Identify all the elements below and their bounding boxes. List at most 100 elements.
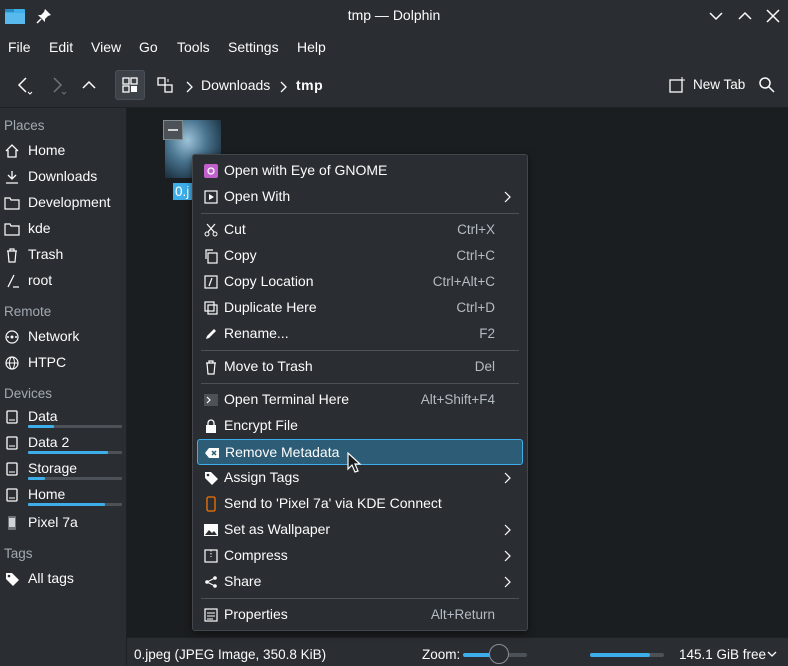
download-icon: [6, 171, 18, 184]
menu-go[interactable]: Go: [139, 39, 158, 55]
menu-help[interactable]: Help: [297, 39, 326, 55]
zoom-slider[interactable]: [489, 644, 509, 664]
sidebar-item-label: Storage: [28, 460, 78, 476]
capacity-fill: [28, 425, 55, 428]
submenu-arrow-icon: [504, 472, 511, 484]
toolbar: Downloads tmp New Tab: [0, 62, 788, 108]
sidebar-item-storage[interactable]: Storage: [0, 456, 126, 482]
sidebar-item-kde[interactable]: kde: [0, 216, 126, 242]
menu-item-cut[interactable]: Cut Ctrl+X: [197, 217, 523, 243]
menu-file[interactable]: File: [8, 39, 31, 55]
copy-location-icon: [204, 275, 218, 289]
submenu-arrow-icon: [504, 576, 511, 588]
menu-item-label: Set as Wallpaper: [224, 521, 331, 537]
sidebar-item-label: Home: [28, 486, 66, 502]
menu-edit[interactable]: Edit: [49, 39, 73, 55]
capacity-fill: [28, 503, 106, 506]
capacity-bar: [28, 503, 122, 506]
menu-item-compress[interactable]: Compress: [197, 543, 523, 569]
menu-item-rename[interactable]: Rename... F2: [197, 321, 523, 347]
selection-toggle[interactable]: [163, 120, 183, 140]
sidebar-item-home-drive[interactable]: Home: [0, 482, 126, 508]
menu-item-share[interactable]: Share: [197, 569, 523, 595]
submenu-arrow-icon: [504, 191, 511, 203]
menu-item-label: Copy Location: [224, 273, 314, 289]
maximize-icon[interactable]: [735, 6, 755, 26]
capacity-fill: [28, 477, 45, 480]
menu-item-set-wallpaper[interactable]: Set as Wallpaper: [197, 517, 523, 543]
new-tab-button[interactable]: New Tab: [693, 77, 745, 92]
forward-button[interactable]: [42, 70, 72, 100]
menu-item-label: Duplicate Here: [224, 299, 317, 315]
menu-item-copy[interactable]: Copy Ctrl+C: [197, 243, 523, 269]
menu-item-copy-location[interactable]: Copy Location Ctrl+Alt+C: [197, 269, 523, 295]
file-name[interactable]: 0.j: [173, 183, 193, 200]
up-button[interactable]: [74, 70, 104, 100]
sidebar-item-home[interactable]: Home: [0, 138, 126, 164]
menu-item-label: Remove Metadata: [225, 444, 340, 460]
menu-item-label: Encrypt File: [224, 417, 298, 433]
breadcrumb-downloads[interactable]: Downloads: [201, 77, 270, 93]
clear-metadata-icon: [205, 448, 219, 458]
icons-view-button[interactable]: [115, 70, 145, 100]
split-icon: [157, 77, 173, 93]
chevron-down-icon[interactable]: [767, 650, 777, 658]
menu-item-label: Compress: [224, 547, 288, 563]
menu-view[interactable]: View: [91, 39, 121, 55]
menu-item-shortcut: Ctrl+C: [456, 248, 495, 263]
places-heading: Places: [4, 118, 45, 133]
menu-item-open-with-eog[interactable]: Open with Eye of GNOME: [197, 158, 523, 184]
sidebar-item-label: Pixel 7a: [28, 514, 78, 530]
eye-of-gnome-icon: [204, 164, 218, 178]
minus-icon: [168, 129, 178, 131]
search-icon[interactable]: [758, 76, 776, 94]
title-bar: tmp — Dolphin: [0, 0, 788, 32]
split-view-button[interactable]: [150, 70, 180, 100]
capacity-bar: [28, 451, 122, 454]
capacity-bar: [28, 477, 122, 480]
sidebar-item-downloads[interactable]: Downloads: [0, 164, 126, 190]
sidebar-item-all-tags[interactable]: All tags: [0, 566, 126, 592]
breadcrumb-separator-icon: [280, 81, 287, 93]
close-icon[interactable]: [763, 6, 783, 26]
capacity-fill: [28, 451, 108, 454]
sidebar-item-data[interactable]: Data: [0, 404, 126, 430]
tags-heading: Tags: [4, 546, 33, 561]
menu-settings[interactable]: Settings: [228, 39, 279, 55]
home-icon: [5, 144, 19, 158]
menu-item-properties[interactable]: Properties Alt+Return: [197, 602, 523, 628]
menu-item-move-to-trash[interactable]: Move to Trash Del: [197, 354, 523, 380]
sidebar-item-label: Trash: [28, 246, 64, 262]
menu-item-encrypt[interactable]: Encrypt File: [197, 413, 523, 439]
drive-icon: [6, 462, 18, 476]
sidebar-item-development[interactable]: Development: [0, 190, 126, 216]
breadcrumb-tmp[interactable]: tmp: [296, 77, 323, 93]
menu-item-send-kde-connect[interactable]: Send to 'Pixel 7a' via KDE Connect: [197, 491, 523, 517]
trash-icon: [206, 360, 216, 375]
sidebar-item-data-2[interactable]: Data 2: [0, 430, 126, 456]
sidebar-item-network[interactable]: Network: [0, 324, 126, 350]
menu-item-open-with[interactable]: Open With: [197, 184, 523, 210]
sidebar-item-htpc[interactable]: HTPC: [0, 350, 126, 376]
grid-icon: [122, 77, 138, 93]
sidebar-item-trash[interactable]: Trash: [0, 242, 126, 268]
drive-icon: [6, 410, 18, 424]
menu-item-open-terminal[interactable]: Open Terminal Here Alt+Shift+F4: [197, 387, 523, 413]
minimize-icon[interactable]: [706, 6, 726, 26]
menu-item-label: Cut: [224, 221, 246, 237]
back-button[interactable]: [8, 70, 38, 100]
places-panel: Places Home Downloads Development kde Tr…: [0, 108, 127, 666]
new-tab-icon: [669, 77, 685, 93]
lock-icon: [206, 419, 216, 433]
menu-item-shortcut: Del: [474, 359, 495, 374]
menu-item-shortcut: Alt+Shift+F4: [420, 392, 495, 407]
back-arrow-icon: [17, 77, 33, 95]
capacity-bar: [28, 425, 122, 428]
menu-item-duplicate[interactable]: Duplicate Here Ctrl+D: [197, 295, 523, 321]
breadcrumb-separator-icon: [186, 81, 193, 93]
menu-tools[interactable]: Tools: [177, 39, 210, 55]
sidebar-item-root[interactable]: root: [0, 268, 126, 294]
sidebar-item-pixel-7a[interactable]: Pixel 7a: [0, 510, 126, 536]
root-slash-icon: [7, 274, 19, 288]
menu-item-label: Properties: [224, 606, 288, 622]
